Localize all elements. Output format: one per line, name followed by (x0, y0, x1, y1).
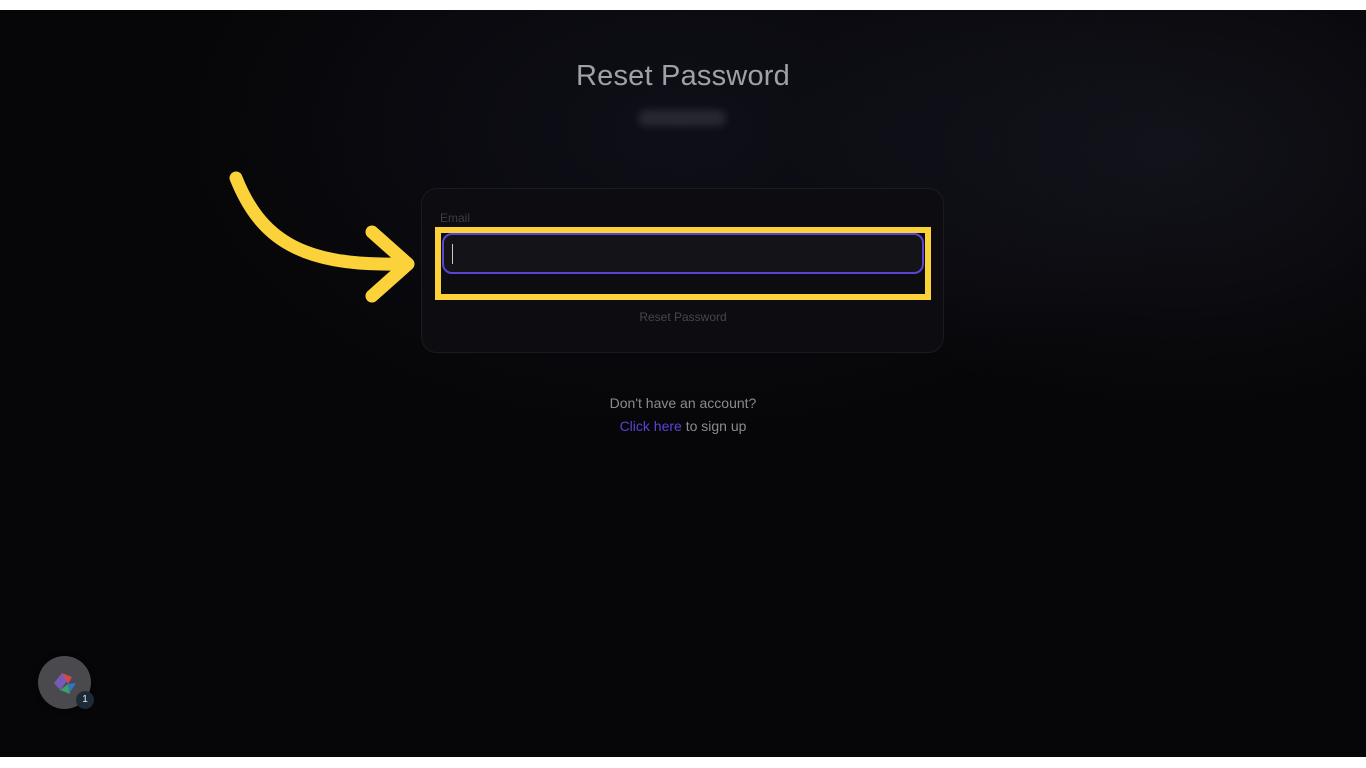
notification-count-badge: 1 (76, 691, 94, 709)
app-logo-icon (54, 673, 76, 694)
no-account-prompt: Don't have an account? (609, 395, 757, 411)
reset-password-button[interactable]: Reset Password (600, 306, 766, 328)
page-title: Reset Password (576, 60, 790, 92)
signup-suffix: to sign up (681, 418, 747, 434)
text-caret (452, 244, 453, 264)
signup-link[interactable]: Click here (620, 418, 682, 434)
email-label: Email (440, 211, 471, 225)
curved-arrow-icon (229, 171, 415, 303)
signup-line: Click here to sign up (0, 418, 1366, 434)
blurred-subtitle (638, 110, 726, 126)
email-field[interactable] (442, 233, 924, 274)
